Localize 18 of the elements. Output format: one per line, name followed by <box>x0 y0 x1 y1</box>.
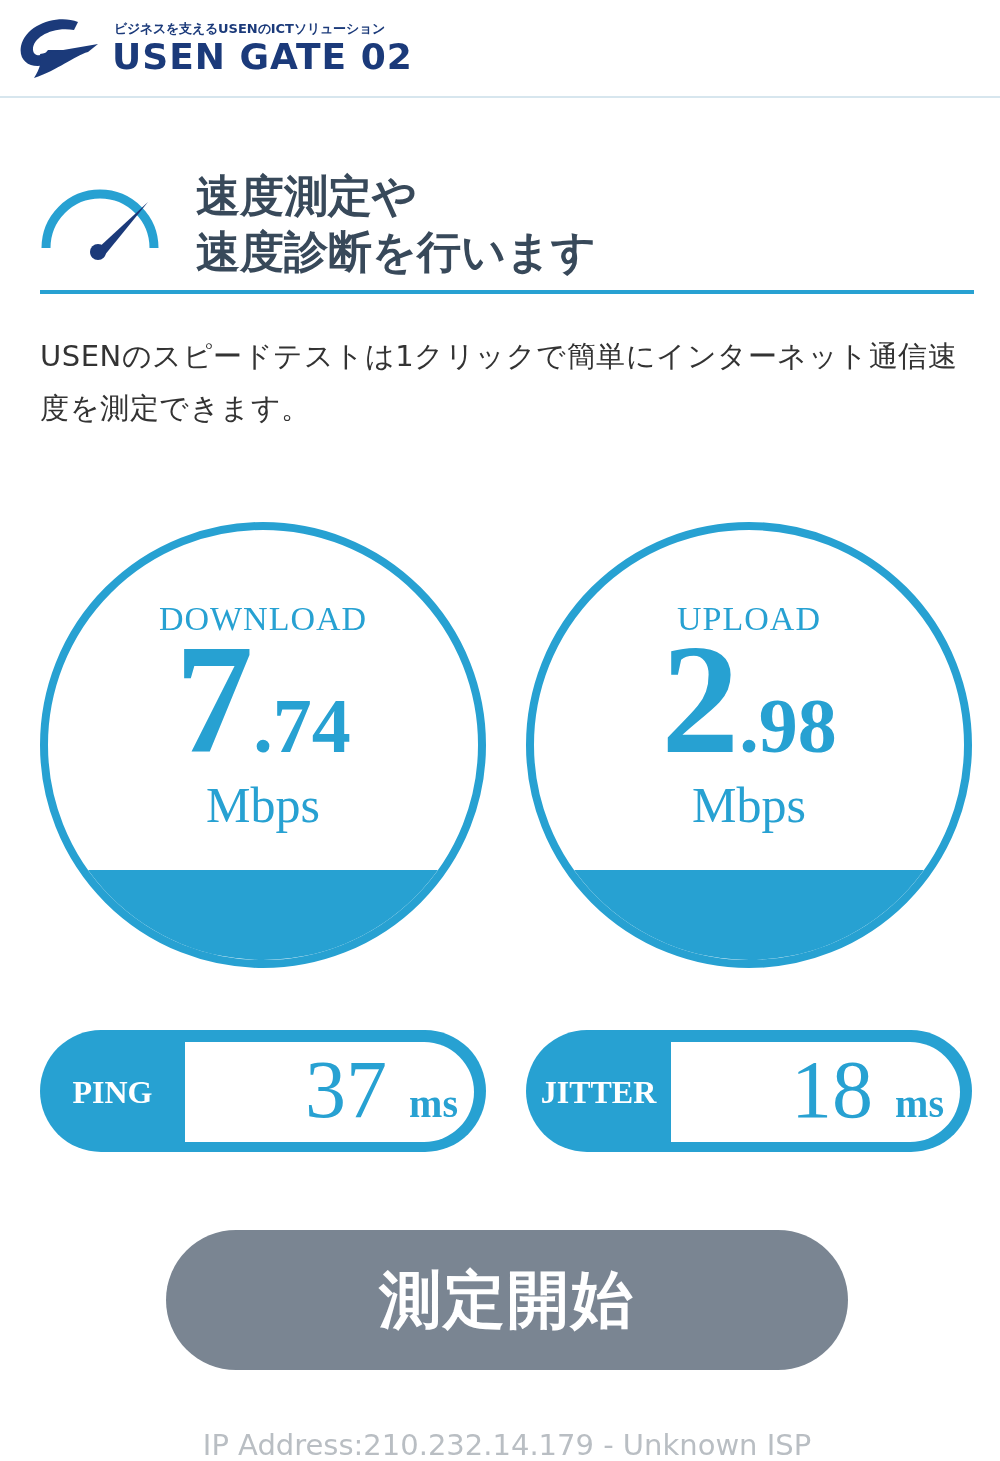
speed-decimal: .98 <box>739 687 837 765</box>
logo-tagline: ビジネスを支えるUSENのICTソリューション <box>114 20 386 38</box>
start-button[interactable]: 測定開始 <box>166 1230 848 1370</box>
speed-decimal: .74 <box>253 687 351 765</box>
stat-value: 18 <box>791 1043 874 1137</box>
speed-unit: Mbps <box>692 776 806 834</box>
description-text: USENのスピードテストは1クリックで簡単にインターネット通信速度を測定できます。 <box>40 338 959 427</box>
stat-value: 37 <box>305 1043 388 1137</box>
speedometer-icon <box>40 188 160 260</box>
stat-label: PING <box>71 1072 154 1112</box>
speed-unit: Mbps <box>206 776 320 834</box>
ip-address-text: IP Address:210.232.14.179 - Unknown ISP <box>201 1428 813 1461</box>
stat-unit: ms <box>895 1080 944 1127</box>
section-title: 速度診断を行います <box>196 225 596 279</box>
stat-label: JITTER <box>539 1072 658 1112</box>
section-title: 速度測定や <box>196 169 418 223</box>
brand-name: USEN GATE 02 <box>112 38 413 76</box>
stat-unit: ms <box>409 1080 458 1127</box>
